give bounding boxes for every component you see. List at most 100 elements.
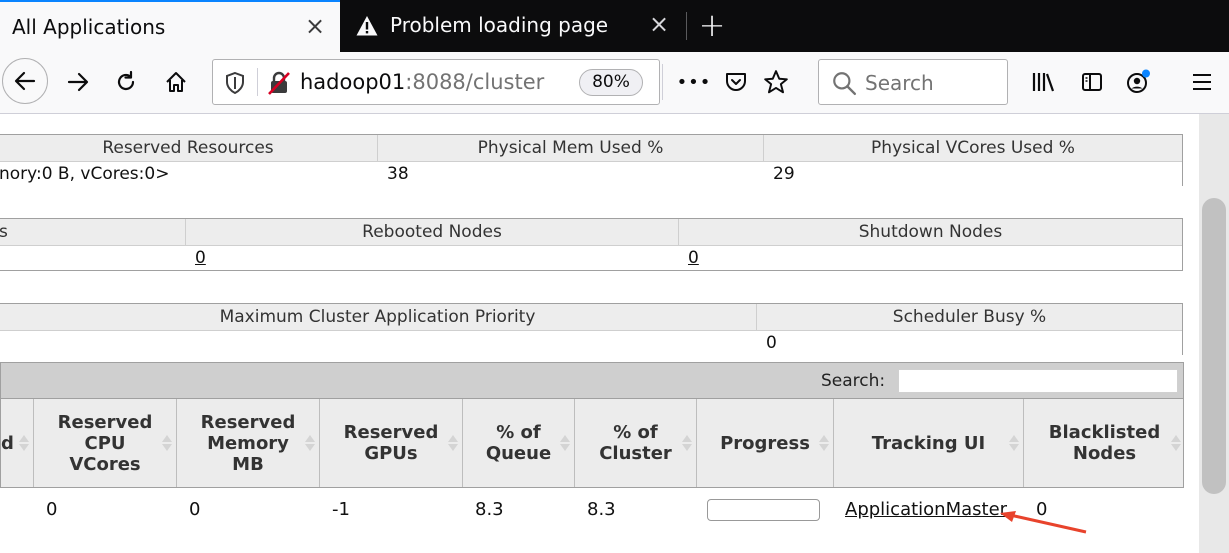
bookmark-star-button[interactable] (758, 64, 794, 100)
header-physical-mem-used: Physical Mem Used % (377, 135, 763, 161)
column-label: Reserved CPU VCores (57, 411, 153, 475)
app-menu-button[interactable] (1184, 64, 1220, 100)
sort-arrows-icon (819, 435, 829, 451)
navigation-toolbar: hadoop01:8088/cluster 80% ••• Search (0, 52, 1229, 114)
column-label: Tracking UI (871, 432, 986, 454)
column-header-reserved-gpus[interactable]: Reserved GPUs (319, 399, 462, 487)
pct-cluster-cell: 8.3 (587, 499, 616, 520)
close-tab-icon[interactable]: × (646, 11, 672, 37)
home-icon (166, 72, 186, 92)
column-label: Reserved Memory MB (200, 411, 296, 475)
warning-icon (356, 16, 378, 36)
page-content: Reserved Resources Physical Mem Used % P… (0, 114, 1198, 553)
search-placeholder: Search (865, 71, 934, 95)
column-label: % of Queue (485, 422, 552, 464)
url-host: hadoop01 (300, 70, 406, 94)
sort-arrows-icon (19, 435, 29, 451)
table-row: 0 (0, 330, 1182, 355)
shutdown-nodes-link[interactable]: 0 (678, 246, 1182, 270)
column-label: % of Cluster (599, 422, 672, 464)
tab-all-applications[interactable]: All Applications × (0, 0, 340, 52)
address-bar[interactable]: hadoop01:8088/cluster 80% (212, 59, 660, 105)
table-header-row: Maximum Cluster Application Priority Sch… (0, 304, 1182, 330)
search-label: Search: (821, 371, 886, 391)
column-header-tracking-ui[interactable]: Tracking UI (833, 399, 1023, 487)
shutdown-nodes-count[interactable]: 0 (688, 248, 699, 268)
scrollbar-thumb[interactable] (1202, 198, 1226, 494)
url-path: :8088/cluster (405, 70, 545, 94)
pocket-button[interactable] (718, 64, 754, 100)
reload-icon (117, 70, 135, 91)
max-app-priority-value (0, 331, 756, 355)
tab-problem-loading-page[interactable]: Problem loading page × (340, 0, 685, 52)
column-label: Reserved GPUs (343, 422, 439, 464)
scheduler-busy-value: 0 (766, 333, 777, 353)
search-icon (833, 72, 857, 96)
physical-vcores-used-value: 29 (773, 164, 795, 184)
back-button[interactable] (2, 58, 48, 104)
cluster-nodes-table: s Rebooted Nodes Shutdown Nodes 0 0 (0, 218, 1183, 271)
insecure-lock-icon[interactable] (267, 71, 291, 95)
column-label: d (1, 432, 14, 454)
star-icon (764, 70, 788, 94)
scheduler-metrics-table: Maximum Cluster Application Priority Sch… (0, 303, 1183, 355)
tracking-ui-link[interactable]: ApplicationMaster (845, 499, 1007, 520)
reserved-cpu-vcores-cell: 0 (46, 499, 58, 520)
table-row: 0 0 -1 8.3 8.3 ApplicationMaster 0 (0, 488, 1184, 534)
table-header-row: s Rebooted Nodes Shutdown Nodes (0, 219, 1182, 245)
column-header-reserved-cpu-vcores[interactable]: Reserved CPU VCores (33, 399, 176, 487)
column-header-reserved-memory-mb[interactable]: Reserved Memory MB (176, 399, 319, 487)
hamburger-menu-icon (1193, 74, 1211, 90)
reserved-memory-mb-cell: 0 (189, 499, 201, 520)
close-tab-icon[interactable]: × (302, 13, 328, 39)
header-rebooted-nodes: Rebooted Nodes (185, 219, 678, 245)
progress-bar (707, 499, 820, 521)
applications-table: Search: d Reserved CPU VCores Reserved M… (0, 362, 1184, 553)
library-icon (1032, 73, 1055, 92)
new-tab-button[interactable]: + (697, 8, 727, 42)
back-arrow-icon (14, 71, 36, 91)
column-header-blacklisted-nodes[interactable]: Blacklisted Nodes (1023, 399, 1185, 487)
tab-strip: All Applications × Problem loading page … (0, 0, 1229, 52)
url-separator (257, 68, 258, 96)
header-nodes-partial: s (0, 222, 8, 242)
column-header-pct-cluster[interactable]: % of Cluster (574, 399, 696, 487)
annotation-arrow-icon (1000, 511, 1087, 534)
pct-queue-cell: 8.3 (475, 499, 504, 520)
library-button[interactable] (1026, 64, 1062, 100)
header-scheduler-busy: Scheduler Busy % (756, 304, 1182, 330)
applications-search-input[interactable] (898, 369, 1178, 393)
column-header-progress[interactable]: Progress (696, 399, 833, 487)
toolbar-separator (662, 64, 663, 100)
tab-title: All Applications (12, 15, 166, 39)
sort-arrows-icon (305, 435, 315, 451)
sort-arrows-icon (1171, 435, 1181, 451)
applications-header-row: d Reserved CPU VCores Reserved Memory MB… (0, 399, 1184, 488)
search-input[interactable]: Search (818, 59, 1008, 105)
header-max-app-priority: Maximum Cluster Application Priority (219, 307, 536, 327)
pocket-icon (726, 73, 746, 91)
home-button[interactable] (158, 64, 194, 100)
reload-button[interactable] (108, 64, 144, 100)
sidebar-icon (1082, 73, 1102, 91)
sidebar-button[interactable] (1074, 64, 1110, 100)
reserved-gpus-cell: -1 (332, 499, 350, 520)
shield-icon[interactable] (225, 72, 245, 94)
header-reserved-resources: Reserved Resources (102, 138, 274, 158)
url-text[interactable]: hadoop01:8088/cluster (300, 70, 544, 94)
forward-arrow-icon (67, 72, 89, 92)
page-actions-menu-button[interactable]: ••• (676, 64, 712, 100)
sort-arrows-icon (1009, 435, 1019, 451)
table-header-row: Reserved Resources Physical Mem Used % P… (0, 135, 1182, 161)
account-button[interactable] (1120, 64, 1156, 100)
zoom-level-button[interactable]: 80% (579, 69, 643, 96)
column-header-partial[interactable]: d (1, 399, 33, 487)
rebooted-nodes-link[interactable]: 0 (185, 246, 678, 270)
column-header-pct-queue[interactable]: % of Queue (462, 399, 574, 487)
forward-button[interactable] (60, 64, 96, 100)
column-label: Progress (720, 432, 810, 454)
cluster-resources-table: Reserved Resources Physical Mem Used % P… (0, 134, 1183, 186)
nodes-partial-value (0, 246, 185, 270)
rebooted-nodes-count[interactable]: 0 (195, 248, 206, 268)
sort-arrows-icon (448, 435, 458, 451)
